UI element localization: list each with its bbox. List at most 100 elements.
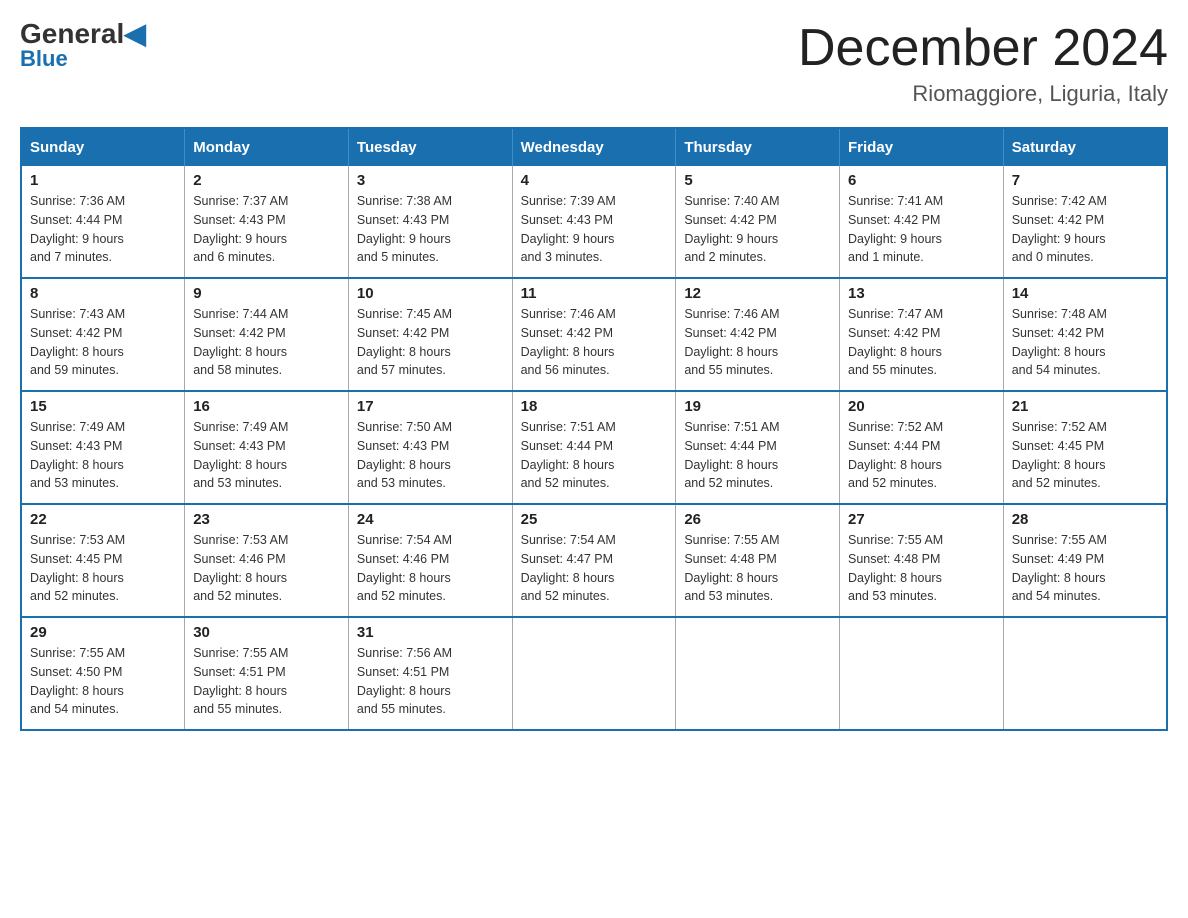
day-info: Sunrise: 7:53 AMSunset: 4:45 PMDaylight:…: [30, 531, 176, 606]
day-info: Sunrise: 7:55 AMSunset: 4:50 PMDaylight:…: [30, 644, 176, 719]
calendar-day-cell: 25 Sunrise: 7:54 AMSunset: 4:47 PMDayligh…: [512, 504, 676, 617]
day-number: 25: [521, 511, 668, 528]
calendar-day-cell: 5 Sunrise: 7:40 AMSunset: 4:42 PMDaylight…: [676, 166, 840, 278]
calendar-day-cell: 27Sunrise: 7:55 AMSunset: 4:48 PMDayligh…: [840, 504, 1004, 617]
day-info: Sunrise: 7:55 AMSunset: 4:48 PMDaylight:…: [848, 531, 995, 606]
day-of-week-header: Monday: [185, 128, 349, 166]
calendar-day-cell: 6 Sunrise: 7:41 AMSunset: 4:42 PMDaylight…: [840, 166, 1004, 278]
calendar-table: SundayMondayTuesdayWednesdayThursdayFrid…: [20, 127, 1168, 731]
logo-general: General◀: [20, 20, 146, 48]
day-number: 4: [521, 172, 668, 189]
calendar-day-cell: 29Sunrise: 7:55 AMSunset: 4:50 PMDayligh…: [21, 617, 185, 730]
logo: General◀ Blue: [20, 20, 146, 72]
day-number: 18: [521, 398, 668, 415]
day-info: Sunrise: 7:46 AMSunset: 4:42 PMDaylight:…: [521, 305, 668, 380]
calendar-day-cell: 23 Sunrise: 7:53 AMSunset: 4:46 PMDayligh…: [185, 504, 349, 617]
day-number: 17: [357, 398, 504, 415]
day-number: 30: [193, 624, 340, 641]
day-number: 22: [30, 511, 176, 528]
day-number: 5: [684, 172, 831, 189]
calendar-day-cell: [1003, 617, 1167, 730]
calendar-header-row: SundayMondayTuesdayWednesdayThursdayFrid…: [21, 128, 1167, 166]
calendar-day-cell: 12 Sunrise: 7:46 AMSunset: 4:42 PMDayligh…: [676, 278, 840, 391]
calendar-week-row: 15Sunrise: 7:49 AMSunset: 4:43 PMDayligh…: [21, 391, 1167, 504]
day-of-week-header: Saturday: [1003, 128, 1167, 166]
calendar-day-cell: 11Sunrise: 7:46 AMSunset: 4:42 PMDayligh…: [512, 278, 676, 391]
logo-triangle-icon: ◀: [124, 18, 146, 49]
calendar-day-cell: 9 Sunrise: 7:44 AMSunset: 4:42 PMDaylight…: [185, 278, 349, 391]
day-number: 24: [357, 511, 504, 528]
calendar-title-block: December 2024 Riomaggiore, Liguria, Ital…: [798, 20, 1168, 107]
day-info: Sunrise: 7:42 AMSunset: 4:42 PMDaylight:…: [1012, 192, 1158, 267]
calendar-day-cell: 22 Sunrise: 7:53 AMSunset: 4:45 PMDayligh…: [21, 504, 185, 617]
day-info: Sunrise: 7:41 AMSunset: 4:42 PMDaylight:…: [848, 192, 995, 267]
calendar-week-row: 29Sunrise: 7:55 AMSunset: 4:50 PMDayligh…: [21, 617, 1167, 730]
calendar-day-cell: 1 Sunrise: 7:36 AMSunset: 4:44 PMDaylight…: [21, 166, 185, 278]
calendar-day-cell: [676, 617, 840, 730]
day-info: Sunrise: 7:45 AMSunset: 4:42 PMDaylight:…: [357, 305, 504, 380]
day-info: Sunrise: 7:52 AMSunset: 4:44 PMDaylight:…: [848, 418, 995, 493]
calendar-day-cell: 3Sunrise: 7:38 AMSunset: 4:43 PMDaylight…: [348, 166, 512, 278]
day-of-week-header: Sunday: [21, 128, 185, 166]
calendar-day-cell: 31 Sunrise: 7:56 AMSunset: 4:51 PMDayligh…: [348, 617, 512, 730]
day-number: 15: [30, 398, 176, 415]
day-number: 12: [684, 285, 831, 302]
day-number: 6: [848, 172, 995, 189]
day-info: Sunrise: 7:54 AMSunset: 4:47 PMDaylight:…: [521, 531, 668, 606]
calendar-day-cell: 16Sunrise: 7:49 AMSunset: 4:43 PMDayligh…: [185, 391, 349, 504]
day-number: 19: [684, 398, 831, 415]
day-info: Sunrise: 7:54 AMSunset: 4:46 PMDaylight:…: [357, 531, 504, 606]
day-of-week-header: Friday: [840, 128, 1004, 166]
calendar-day-cell: 4Sunrise: 7:39 AMSunset: 4:43 PMDaylight…: [512, 166, 676, 278]
calendar-day-cell: 20 Sunrise: 7:52 AMSunset: 4:44 PMDayligh…: [840, 391, 1004, 504]
page-header: General◀ Blue December 2024 Riomaggiore,…: [20, 20, 1168, 107]
day-info: Sunrise: 7:56 AMSunset: 4:51 PMDaylight:…: [357, 644, 504, 719]
calendar-day-cell: [840, 617, 1004, 730]
day-info: Sunrise: 7:52 AMSunset: 4:45 PMDaylight:…: [1012, 418, 1158, 493]
calendar-day-cell: 28 Sunrise: 7:55 AMSunset: 4:49 PMDayligh…: [1003, 504, 1167, 617]
day-number: 28: [1012, 511, 1158, 528]
day-number: 31: [357, 624, 504, 641]
calendar-week-row: 1 Sunrise: 7:36 AMSunset: 4:44 PMDaylight…: [21, 166, 1167, 278]
calendar-day-cell: 19 Sunrise: 7:51 AMSunset: 4:44 PMDayligh…: [676, 391, 840, 504]
calendar-day-cell: 2 Sunrise: 7:37 AMSunset: 4:43 PMDaylight…: [185, 166, 349, 278]
day-number: 14: [1012, 285, 1158, 302]
calendar-day-cell: 21 Sunrise: 7:52 AMSunset: 4:45 PMDayligh…: [1003, 391, 1167, 504]
day-number: 1: [30, 172, 176, 189]
day-info: Sunrise: 7:55 AMSunset: 4:48 PMDaylight:…: [684, 531, 831, 606]
calendar-day-cell: 7Sunrise: 7:42 AMSunset: 4:42 PMDaylight…: [1003, 166, 1167, 278]
day-info: Sunrise: 7:37 AMSunset: 4:43 PMDaylight:…: [193, 192, 340, 267]
day-info: Sunrise: 7:55 AMSunset: 4:49 PMDaylight:…: [1012, 531, 1158, 606]
calendar-week-row: 22 Sunrise: 7:53 AMSunset: 4:45 PMDayligh…: [21, 504, 1167, 617]
day-info: Sunrise: 7:36 AMSunset: 4:44 PMDaylight:…: [30, 192, 176, 267]
day-number: 21: [1012, 398, 1158, 415]
day-info: Sunrise: 7:47 AMSunset: 4:42 PMDaylight:…: [848, 305, 995, 380]
day-number: 20: [848, 398, 995, 415]
day-number: 16: [193, 398, 340, 415]
calendar-title: December 2024: [798, 20, 1168, 77]
day-number: 10: [357, 285, 504, 302]
day-info: Sunrise: 7:44 AMSunset: 4:42 PMDaylight:…: [193, 305, 340, 380]
calendar-day-cell: 26 Sunrise: 7:55 AMSunset: 4:48 PMDayligh…: [676, 504, 840, 617]
day-number: 23: [193, 511, 340, 528]
calendar-day-cell: 18Sunrise: 7:51 AMSunset: 4:44 PMDayligh…: [512, 391, 676, 504]
day-info: Sunrise: 7:51 AMSunset: 4:44 PMDaylight:…: [684, 418, 831, 493]
calendar-day-cell: 24 Sunrise: 7:54 AMSunset: 4:46 PMDayligh…: [348, 504, 512, 617]
day-number: 2: [193, 172, 340, 189]
day-info: Sunrise: 7:46 AMSunset: 4:42 PMDaylight:…: [684, 305, 831, 380]
day-of-week-header: Tuesday: [348, 128, 512, 166]
calendar-day-cell: 30Sunrise: 7:55 AMSunset: 4:51 PMDayligh…: [185, 617, 349, 730]
day-info: Sunrise: 7:40 AMSunset: 4:42 PMDaylight:…: [684, 192, 831, 267]
day-number: 9: [193, 285, 340, 302]
day-info: Sunrise: 7:50 AMSunset: 4:43 PMDaylight:…: [357, 418, 504, 493]
calendar-day-cell: 13 Sunrise: 7:47 AMSunset: 4:42 PMDayligh…: [840, 278, 1004, 391]
calendar-week-row: 8Sunrise: 7:43 AMSunset: 4:42 PMDaylight…: [21, 278, 1167, 391]
logo-blue-text: Blue: [20, 46, 68, 72]
day-number: 26: [684, 511, 831, 528]
day-number: 3: [357, 172, 504, 189]
day-info: Sunrise: 7:53 AMSunset: 4:46 PMDaylight:…: [193, 531, 340, 606]
calendar-day-cell: [512, 617, 676, 730]
calendar-subtitle: Riomaggiore, Liguria, Italy: [798, 81, 1168, 107]
calendar-day-cell: 8Sunrise: 7:43 AMSunset: 4:42 PMDaylight…: [21, 278, 185, 391]
day-number: 13: [848, 285, 995, 302]
